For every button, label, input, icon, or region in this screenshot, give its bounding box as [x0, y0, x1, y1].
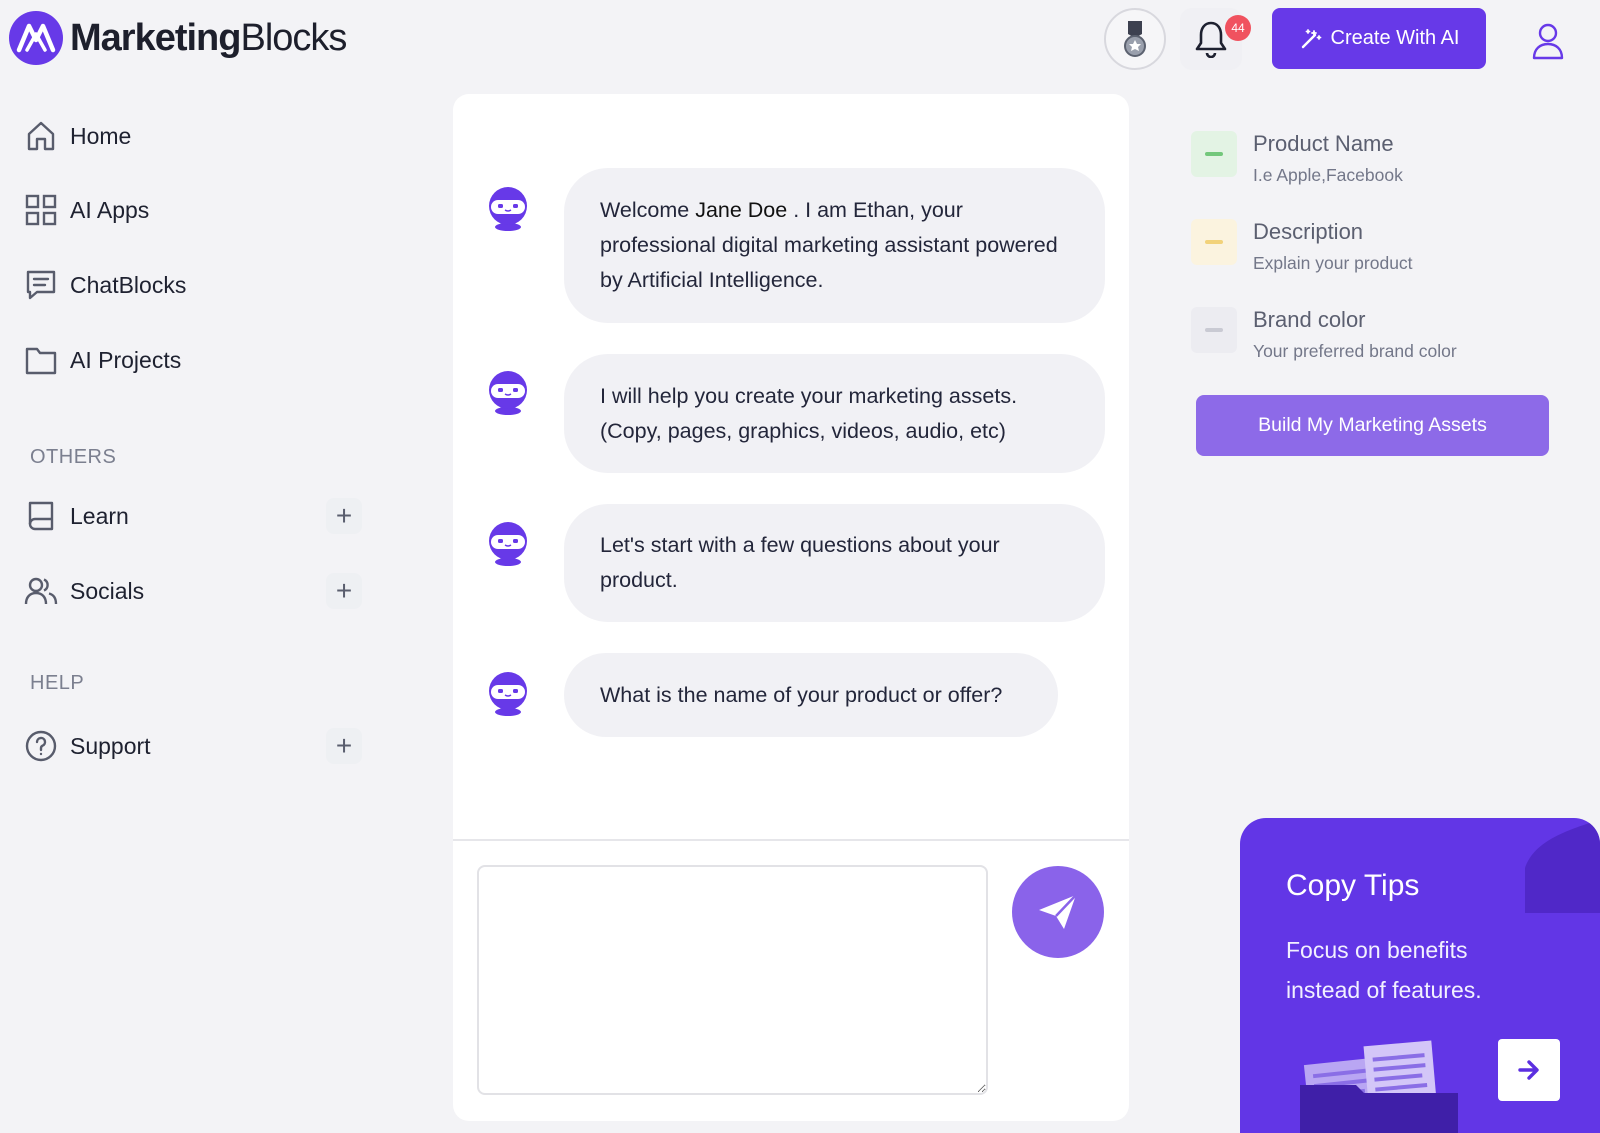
brand-color-field[interactable]: Brand color Your preferred brand color: [1191, 307, 1457, 361]
logo-mark-icon: [9, 11, 63, 65]
sidebar-item-ai-projects[interactable]: AI Projects: [24, 340, 181, 380]
chat-message-text: Let's start with a few questions about y…: [600, 533, 1000, 592]
question-icon: [24, 729, 58, 763]
sidebar-item-label: Learn: [70, 502, 129, 529]
copy-tips-text: Focus on benefits instead of features.: [1286, 937, 1482, 1003]
help-section-label: HELP: [30, 672, 85, 694]
brand-color-status-indicator: [1191, 307, 1237, 353]
product-name-hint: I.e Apple,Facebook: [1253, 165, 1403, 185]
top-bar: MarketingBlocks 44 Create With AI: [0, 0, 1600, 80]
chat-message: Let's start with a few questions about y…: [564, 504, 1105, 622]
sidebar-item-support[interactable]: Support: [24, 726, 151, 766]
description-status-indicator: [1191, 219, 1237, 265]
learn-expand-button[interactable]: +: [326, 498, 362, 534]
chat-divider: [453, 839, 1129, 841]
description-hint: Explain your product: [1253, 253, 1413, 273]
home-icon: [24, 119, 58, 153]
bot-avatar-icon: [482, 670, 534, 718]
product-name-field[interactable]: Product Name I.e Apple,Facebook: [1191, 131, 1403, 185]
chat-message-text: I will help you create your marketing as…: [600, 383, 1018, 443]
sidebar-item-label: Socials: [70, 577, 145, 604]
chat-icon: [24, 268, 58, 302]
copy-tips-next-button[interactable]: [1498, 1039, 1560, 1101]
brand-color-title: Brand color: [1253, 307, 1366, 332]
user-name: Jane Doe: [695, 198, 788, 222]
support-expand-button[interactable]: +: [326, 728, 362, 764]
notification-count-badge: 44: [1225, 15, 1251, 41]
paper-plane-icon: [1039, 894, 1077, 929]
brand-color-hint: Your preferred brand color: [1253, 341, 1457, 361]
sidebar-item-ai-apps[interactable]: AI Apps: [24, 190, 149, 230]
chat-message-welcome: Welcome Jane Doe . I am Ethan, your prof…: [564, 168, 1105, 323]
profile-button[interactable]: [1520, 14, 1576, 68]
medal-icon: [1124, 21, 1146, 57]
sidebar-item-socials[interactable]: Socials: [24, 571, 144, 611]
bot-avatar-icon: [482, 369, 534, 417]
sidebar-item-label: AI Apps: [70, 196, 150, 223]
bot-avatar-icon: [482, 520, 534, 568]
socials-expand-button[interactable]: +: [326, 573, 362, 609]
create-with-ai-label: Create With AI: [1330, 27, 1460, 49]
sidebar-item-label: Support: [70, 732, 151, 759]
bot-avatar-icon: [482, 185, 534, 233]
copy-tips-card: Copy Tips Focus on benefits instead of f…: [1240, 818, 1600, 1133]
arrow-right-icon: [1518, 1060, 1539, 1080]
grid-icon: [24, 193, 58, 227]
magic-wand-icon: [1301, 28, 1321, 48]
send-button[interactable]: [1012, 866, 1104, 958]
product-name-title: Product Name: [1253, 131, 1394, 156]
brand-name: MarketingBlocks: [70, 16, 347, 60]
build-marketing-assets-button[interactable]: Build My Marketing Assets: [1196, 395, 1549, 456]
product-name-status-indicator: [1191, 131, 1237, 177]
brand-name-regular: Blocks: [240, 16, 347, 59]
copy-tips-title: Copy Tips: [1286, 869, 1420, 902]
sidebar-item-label: Home: [70, 122, 132, 149]
sidebar-item-home[interactable]: Home: [24, 116, 131, 156]
create-with-ai-button[interactable]: Create With AI: [1272, 8, 1486, 69]
sidebar-item-chatblocks[interactable]: ChatBlocks: [24, 265, 186, 305]
chat-message: I will help you create your marketing as…: [564, 354, 1105, 473]
user-icon: [1532, 23, 1564, 60]
chat-message-text: Welcome Jane Doe . I am Ethan, your prof…: [600, 198, 1058, 292]
decorative-shape: [1525, 819, 1600, 913]
bell-icon: [1195, 21, 1227, 58]
chat-input[interactable]: [477, 865, 988, 1095]
folder-icon: [24, 343, 58, 377]
sidebar-item-label: AI Projects: [70, 346, 182, 373]
logo[interactable]: MarketingBlocks: [8, 10, 347, 66]
description-title: Description: [1253, 219, 1364, 244]
sidebar-item-label: ChatBlocks: [70, 271, 187, 298]
documents-folder-icon: [1300, 1040, 1458, 1133]
book-icon: [24, 499, 58, 533]
description-field[interactable]: Description Explain your product: [1191, 219, 1413, 273]
chat-message-text: What is the name of your product or offe…: [600, 682, 1003, 707]
others-section-label: OTHERS: [30, 446, 117, 468]
brand-name-bold: Marketing: [70, 16, 241, 59]
sidebar: Home AI Apps ChatBlocks AI Projects OTHE…: [0, 90, 400, 790]
users-icon: [24, 574, 58, 608]
sidebar-item-learn[interactable]: Learn: [24, 496, 129, 536]
chat-message: What is the name of your product or offe…: [564, 653, 1058, 737]
achievements-button[interactable]: [1104, 8, 1166, 70]
